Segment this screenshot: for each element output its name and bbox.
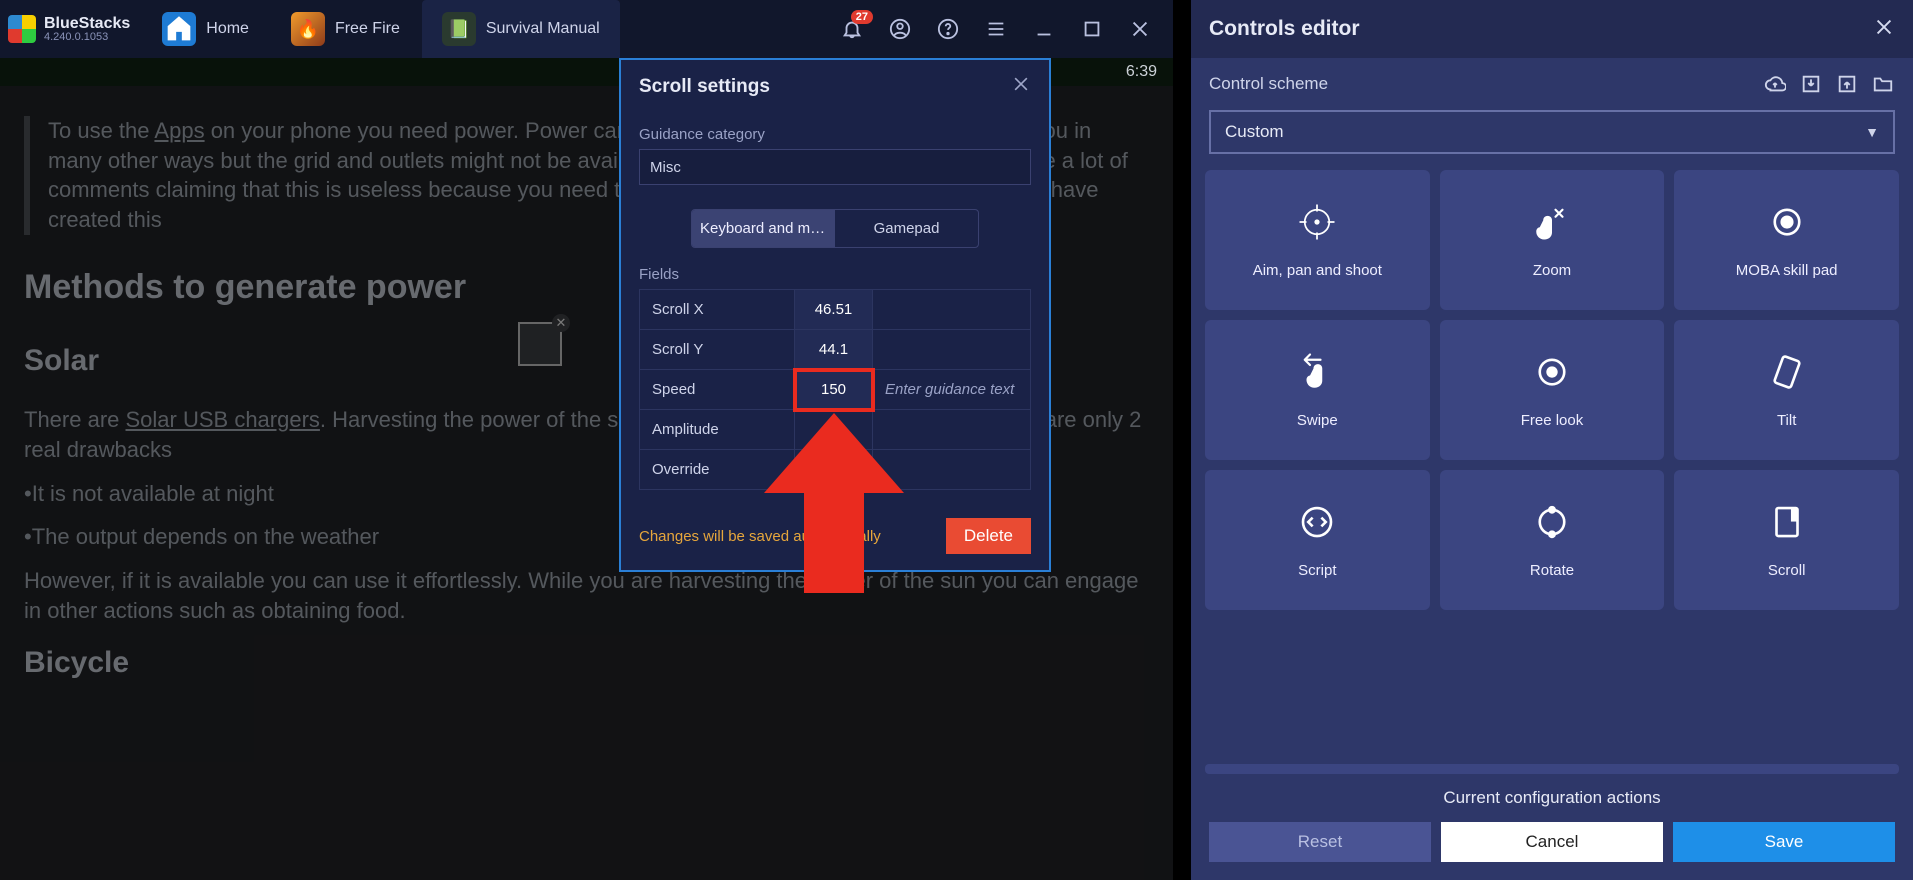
panel-close-icon[interactable] [1873, 16, 1895, 43]
panel-title: Controls editor [1209, 17, 1360, 41]
manual-icon: 📗 [442, 12, 476, 46]
tab-freefire[interactable]: 🔥 Free Fire [271, 0, 420, 58]
app-version: 4.240.0.1053 [44, 32, 130, 43]
field-label-scrollx: Scroll X [640, 290, 795, 330]
guidance-category-input[interactable] [639, 149, 1031, 185]
bluestacks-logo [8, 15, 36, 43]
control-tile-label: Free look [1515, 412, 1590, 430]
notification-badge: 27 [851, 10, 873, 24]
tab-label: Survival Manual [486, 20, 600, 38]
maximize-icon[interactable] [1077, 14, 1107, 44]
field-guide-speed[interactable]: Enter guidance text [873, 370, 1031, 410]
account-icon[interactable] [885, 14, 915, 44]
control-tile-scroll[interactable]: Scroll [1674, 470, 1899, 610]
notifications-icon[interactable]: 27 [837, 14, 867, 44]
field-value-speed[interactable]: 150 [795, 370, 873, 410]
crosshair-icon [1295, 200, 1339, 244]
status-time: 6:39 [1126, 63, 1157, 81]
field-label-override: Override [640, 450, 795, 490]
modal-close-icon[interactable] [1011, 74, 1031, 100]
control-tile-label: Zoom [1527, 262, 1577, 280]
field-guide-override[interactable] [873, 450, 1031, 490]
delete-button[interactable]: Delete [946, 518, 1031, 554]
control-scheme-label: Control scheme [1209, 74, 1328, 94]
field-label-speed: Speed [640, 370, 795, 410]
tab-label: Home [206, 20, 249, 38]
tab-survival-manual[interactable]: 📗 Survival Manual [422, 0, 620, 58]
folder-icon[interactable] [1871, 72, 1895, 96]
field-guide-amplitude[interactable] [873, 410, 1031, 450]
freefire-icon: 🔥 [291, 12, 325, 46]
minimize-icon[interactable] [1029, 14, 1059, 44]
chevron-down-icon: ▼ [1865, 124, 1879, 140]
tab-label: Free Fire [335, 20, 400, 38]
fields-label: Fields [639, 266, 1031, 283]
reset-button[interactable]: Reset [1209, 822, 1431, 862]
help-icon[interactable] [933, 14, 963, 44]
segment-keyboard-mouse[interactable]: Keyboard and mo... [692, 210, 835, 247]
field-value-scrollx[interactable]: 46.51 [795, 290, 873, 330]
code-icon [1295, 500, 1339, 544]
close-icon[interactable] [1125, 14, 1155, 44]
export-icon[interactable] [1835, 72, 1859, 96]
app-name: BlueStacks [44, 16, 130, 32]
field-guide-scrollx[interactable] [873, 290, 1031, 330]
control-tile-eye[interactable]: Free look [1440, 320, 1665, 460]
home-icon [162, 12, 196, 46]
tilt-icon [1765, 350, 1809, 394]
scroll-settings-modal: Scroll settings Guidance category Keyboa… [619, 58, 1051, 572]
modal-title: Scroll settings [639, 76, 770, 98]
control-tile-label: Swipe [1291, 412, 1344, 430]
tab-home[interactable]: Home [142, 0, 269, 58]
hamburger-icon[interactable] [981, 14, 1011, 44]
scroll-icon [1765, 500, 1809, 544]
control-tile-crosshair[interactable]: Aim, pan and shoot [1205, 170, 1430, 310]
scheme-select[interactable]: Custom ▼ [1209, 110, 1895, 154]
control-tile-code[interactable]: Script [1205, 470, 1430, 610]
current-config-label: Current configuration actions [1209, 788, 1895, 808]
eye-icon [1530, 350, 1574, 394]
control-tile-rotate[interactable]: Rotate [1440, 470, 1665, 610]
panel-divider [1205, 764, 1899, 774]
cloud-upload-icon[interactable] [1763, 72, 1787, 96]
control-tile-swipe[interactable]: Swipe [1205, 320, 1430, 460]
cancel-button[interactable]: Cancel [1441, 822, 1663, 862]
control-tile-label: Aim, pan and shoot [1247, 262, 1388, 280]
control-tile-tilt[interactable]: Tilt [1674, 320, 1899, 460]
field-value-override[interactable] [795, 450, 873, 490]
import-icon[interactable] [1799, 72, 1823, 96]
field-value-amplitude[interactable] [795, 410, 873, 450]
field-label-scrolly: Scroll Y [640, 330, 795, 370]
control-tile-ring[interactable]: MOBA skill pad [1674, 170, 1899, 310]
ring-icon [1765, 200, 1809, 244]
pinch-icon [1530, 200, 1574, 244]
scheme-select-value: Custom [1225, 122, 1284, 142]
field-value-scrolly[interactable]: 44.1 [795, 330, 873, 370]
field-label-amplitude: Amplitude [640, 410, 795, 450]
field-guide-scrolly[interactable] [873, 330, 1031, 370]
swipe-icon [1295, 350, 1339, 394]
control-tile-label: MOBA skill pad [1730, 262, 1844, 280]
rotate-icon [1530, 500, 1574, 544]
control-tile-pinch[interactable]: Zoom [1440, 170, 1665, 310]
control-tile-label: Rotate [1524, 562, 1580, 580]
control-tile-label: Scroll [1762, 562, 1812, 580]
control-tile-label: Tilt [1771, 412, 1802, 430]
autosave-text: Changes will be saved automatically [639, 528, 881, 545]
control-tile-label: Script [1292, 562, 1342, 580]
segment-gamepad[interactable]: Gamepad [835, 210, 978, 247]
guidance-category-label: Guidance category [639, 126, 1031, 143]
save-button[interactable]: Save [1673, 822, 1895, 862]
